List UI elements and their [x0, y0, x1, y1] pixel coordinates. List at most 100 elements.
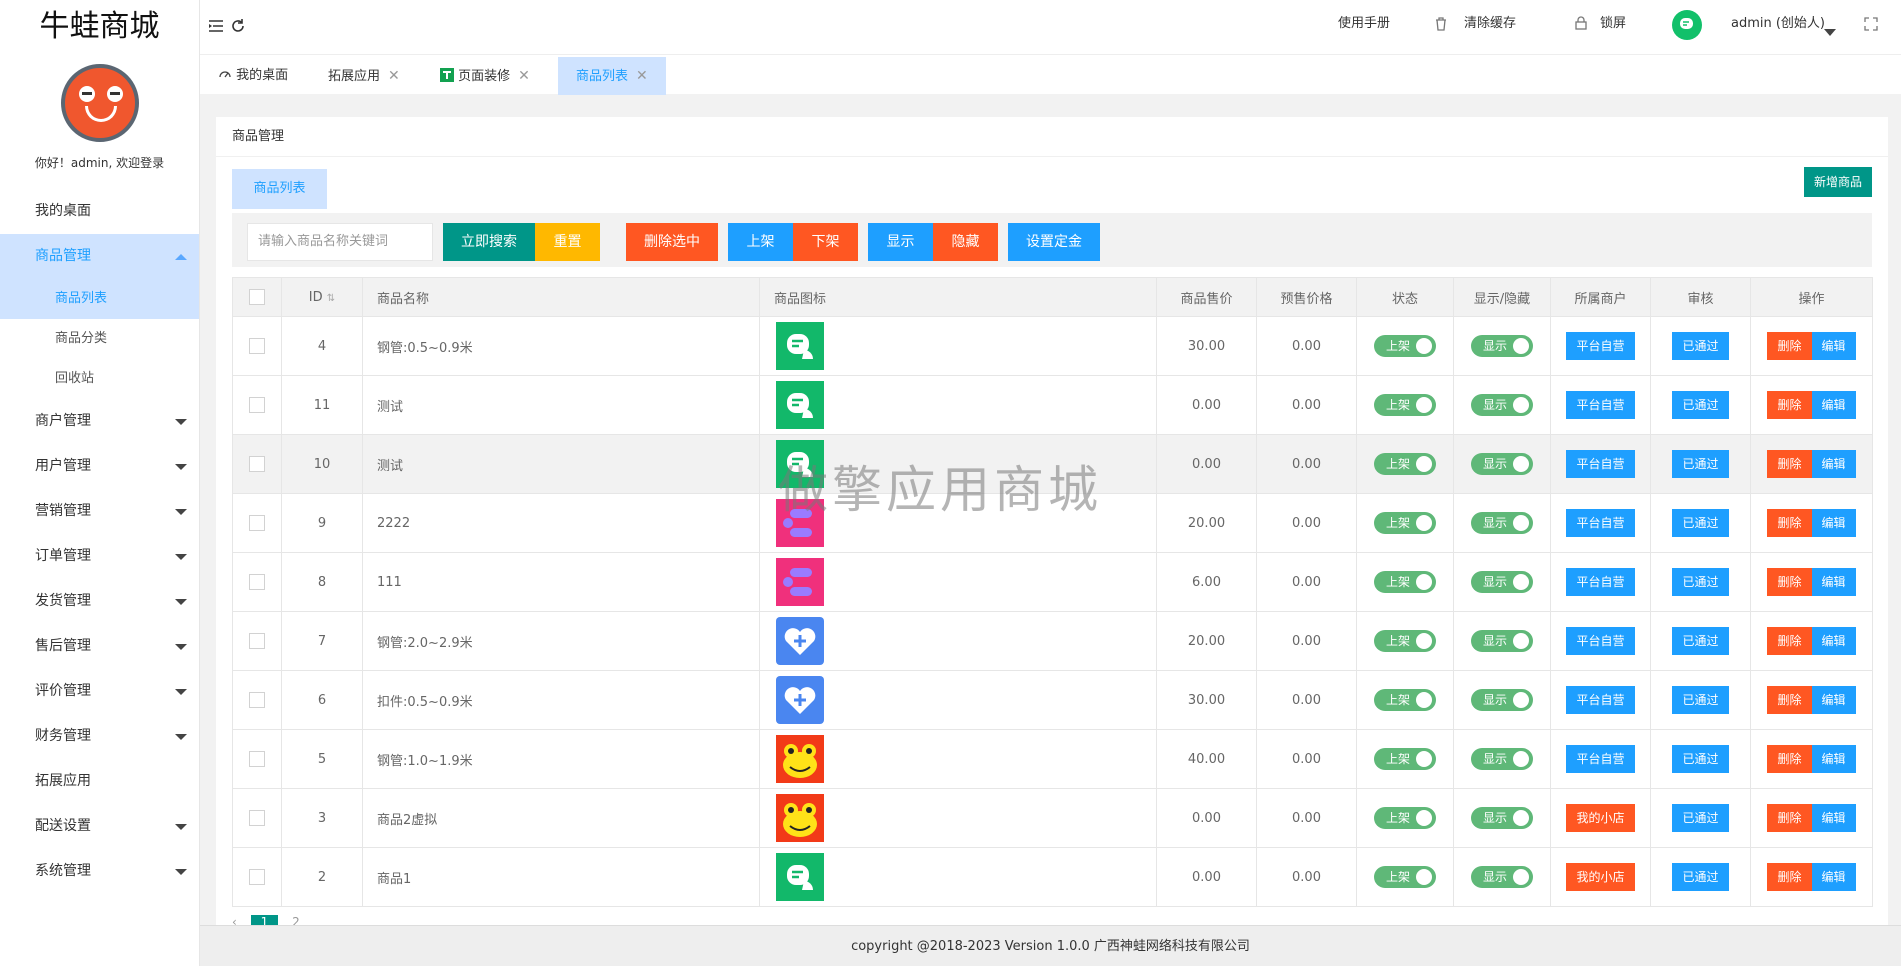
display-toggle[interactable]: 显示	[1471, 512, 1533, 534]
edit-button[interactable]: 编辑	[1811, 509, 1856, 537]
sidebar-item-aftersale[interactable]: 售后管理	[0, 624, 199, 669]
tab-goods-list[interactable]: 商品列表 ✕	[558, 57, 666, 95]
merchant-badge[interactable]: 平台自营	[1566, 568, 1635, 596]
sidebar-item-desktop[interactable]: 我的桌面	[0, 189, 199, 234]
delete-button[interactable]: 删除	[1767, 627, 1812, 655]
clear-cache-link[interactable]: 清除缓存	[1464, 0, 1516, 48]
caret-down-icon[interactable]	[1824, 22, 1836, 41]
merchant-badge[interactable]: 平台自营	[1566, 450, 1635, 478]
delete-selected-button[interactable]: 删除选中	[626, 223, 718, 261]
search-button[interactable]: 立即搜索	[443, 223, 535, 261]
sidebar-item-marketing[interactable]: 营销管理	[0, 489, 199, 534]
refresh-icon[interactable]	[230, 18, 246, 38]
sidebar-item-shipping[interactable]: 发货管理	[0, 579, 199, 624]
delete-button[interactable]: 删除	[1767, 863, 1812, 891]
hide-button[interactable]: 隐藏	[933, 223, 998, 261]
fullscreen-icon[interactable]	[1864, 16, 1878, 35]
edit-button[interactable]: 编辑	[1811, 391, 1856, 419]
sidebar-subitem-goods-category[interactable]: 商品分类	[0, 319, 199, 359]
lock-screen-link[interactable]: 锁屏	[1600, 0, 1626, 48]
row-checkbox[interactable]	[249, 869, 265, 885]
row-checkbox[interactable]	[249, 515, 265, 531]
delete-button[interactable]: 删除	[1767, 568, 1812, 596]
status-toggle[interactable]: 上架	[1374, 748, 1436, 770]
menu-fold-icon[interactable]	[208, 18, 224, 38]
audit-badge[interactable]: 已通过	[1672, 509, 1729, 537]
display-toggle[interactable]: 显示	[1471, 689, 1533, 711]
delete-button[interactable]: 删除	[1767, 332, 1812, 360]
delete-button[interactable]: 删除	[1767, 450, 1812, 478]
row-checkbox[interactable]	[249, 692, 265, 708]
display-toggle[interactable]: 显示	[1471, 748, 1533, 770]
audit-badge[interactable]: 已通过	[1672, 863, 1729, 891]
merchant-badge[interactable]: 平台自营	[1566, 332, 1635, 360]
display-toggle[interactable]: 显示	[1471, 630, 1533, 652]
sidebar-item-goods[interactable]: 商品管理	[0, 234, 199, 279]
merchant-badge[interactable]: 平台自营	[1566, 391, 1635, 419]
edit-button[interactable]: 编辑	[1811, 804, 1856, 832]
avatar[interactable]	[60, 64, 139, 142]
status-toggle[interactable]: 上架	[1374, 335, 1436, 357]
delete-button[interactable]: 删除	[1767, 804, 1812, 832]
display-toggle[interactable]: 显示	[1471, 807, 1533, 829]
manual-link[interactable]: 使用手册	[1338, 0, 1390, 48]
status-toggle[interactable]: 上架	[1374, 394, 1436, 416]
audit-badge[interactable]: 已通过	[1672, 804, 1729, 832]
row-checkbox[interactable]	[249, 397, 265, 413]
sidebar-subitem-goods-list[interactable]: 商品列表	[0, 279, 199, 319]
delete-button[interactable]: 删除	[1767, 686, 1812, 714]
tab-page-decoration[interactable]: 页面装修 ✕	[422, 57, 548, 95]
close-icon[interactable]: ✕	[518, 68, 530, 84]
status-toggle[interactable]: 上架	[1374, 512, 1436, 534]
edit-button[interactable]: 编辑	[1811, 332, 1856, 360]
status-toggle[interactable]: 上架	[1374, 630, 1436, 652]
sidebar-item-extensions[interactable]: 拓展应用	[0, 759, 199, 804]
close-icon[interactable]: ✕	[636, 68, 648, 84]
sidebar-item-order[interactable]: 订单管理	[0, 534, 199, 579]
sidebar-item-review[interactable]: 评价管理	[0, 669, 199, 714]
row-checkbox[interactable]	[249, 574, 265, 590]
audit-badge[interactable]: 已通过	[1672, 450, 1729, 478]
edit-button[interactable]: 编辑	[1811, 627, 1856, 655]
user-menu[interactable]: admin (创始人)	[1731, 0, 1825, 48]
set-deposit-button[interactable]: 设置定金	[1008, 223, 1100, 261]
merchant-badge[interactable]: 我的小店	[1566, 804, 1635, 832]
edit-button[interactable]: 编辑	[1811, 686, 1856, 714]
audit-badge[interactable]: 已通过	[1672, 686, 1729, 714]
sidebar-item-system[interactable]: 系统管理	[0, 849, 199, 894]
row-checkbox[interactable]	[249, 810, 265, 826]
status-toggle[interactable]: 上架	[1374, 689, 1436, 711]
sidebar-item-finance[interactable]: 财务管理	[0, 714, 199, 759]
delete-button[interactable]: 删除	[1767, 745, 1812, 773]
row-checkbox[interactable]	[249, 633, 265, 649]
delete-button[interactable]: 删除	[1767, 509, 1812, 537]
audit-badge[interactable]: 已通过	[1672, 745, 1729, 773]
row-checkbox[interactable]	[249, 456, 265, 472]
on-shelf-button[interactable]: 上架	[728, 223, 793, 261]
tab-extensions[interactable]: 拓展应用 ✕	[310, 57, 418, 95]
status-toggle[interactable]: 上架	[1374, 571, 1436, 593]
off-shelf-button[interactable]: 下架	[793, 223, 858, 261]
row-checkbox[interactable]	[249, 751, 265, 767]
edit-button[interactable]: 编辑	[1811, 863, 1856, 891]
merchant-badge[interactable]: 平台自营	[1566, 686, 1635, 714]
add-goods-button[interactable]: 新增商品	[1803, 167, 1872, 197]
display-toggle[interactable]: 显示	[1471, 571, 1533, 593]
merchant-badge[interactable]: 平台自营	[1566, 509, 1635, 537]
audit-badge[interactable]: 已通过	[1672, 627, 1729, 655]
display-toggle[interactable]: 显示	[1471, 866, 1533, 888]
audit-badge[interactable]: 已通过	[1672, 332, 1729, 360]
show-button[interactable]: 显示	[868, 223, 933, 261]
status-toggle[interactable]: 上架	[1374, 453, 1436, 475]
delete-button[interactable]: 删除	[1767, 391, 1812, 419]
sidebar-item-merchant[interactable]: 商户管理	[0, 399, 199, 444]
select-all-checkbox[interactable]	[249, 289, 265, 305]
merchant-badge[interactable]: 平台自营	[1566, 627, 1635, 655]
search-input[interactable]: 请输入商品名称关键词	[247, 223, 433, 261]
row-checkbox[interactable]	[249, 338, 265, 354]
edit-button[interactable]: 编辑	[1811, 450, 1856, 478]
edit-button[interactable]: 编辑	[1811, 745, 1856, 773]
sort-icon[interactable]: ⇅	[327, 293, 335, 304]
status-toggle[interactable]: 上架	[1374, 866, 1436, 888]
audit-badge[interactable]: 已通过	[1672, 391, 1729, 419]
